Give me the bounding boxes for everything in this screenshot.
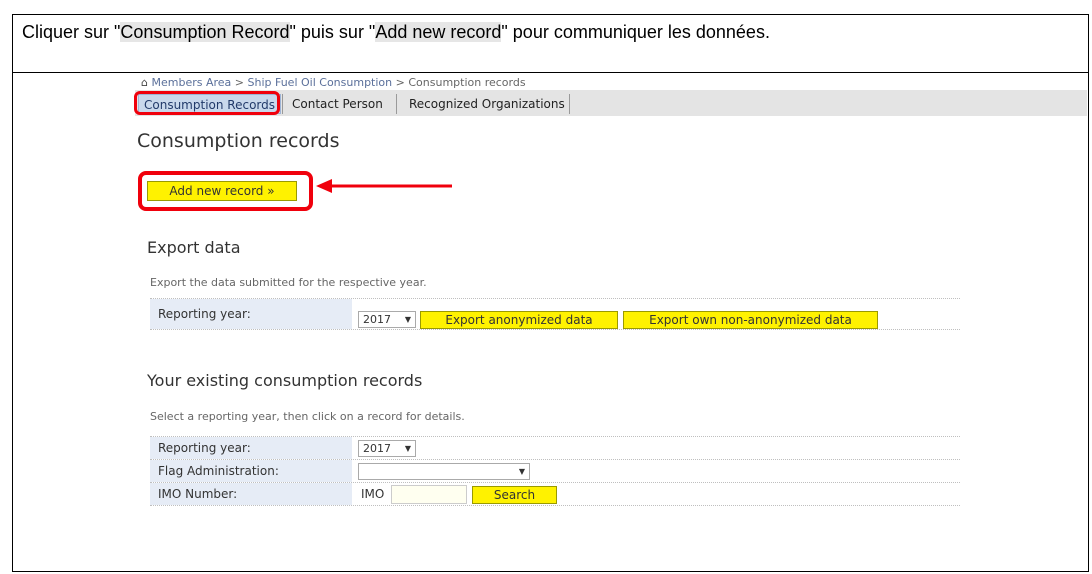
export-anonymized-button[interactable]: Export anonymized data [420,311,618,329]
imo-label: IMO Number: [150,483,352,505]
breadcrumb-separator: > [234,76,244,89]
breadcrumb-separator: > [395,76,405,89]
records-section-title: Your existing consumption records [147,371,423,390]
flag-admin-label: Flag Administration: [150,460,352,482]
export-year-label: Reporting year: [150,299,352,329]
imo-row: IMO Number: IMO Search [150,483,960,506]
export-description: Export the data submitted for the respec… [150,276,427,289]
flag-admin-row: Flag Administration: ▼ [150,460,960,483]
imo-input[interactable] [391,485,467,504]
add-button-highlight-box [138,171,313,211]
red-arrow-icon [316,179,452,193]
frame-divider [12,72,1089,73]
export-form: Reporting year: 2017 ▼ Export anonymized… [150,298,960,330]
tab-separator [569,94,570,114]
home-icon: ⌂ [141,76,148,89]
records-year-select[interactable]: 2017 ▼ [358,440,416,457]
tab-separator [396,94,397,114]
breadcrumb-current: Consumption records [408,76,526,89]
chevron-down-icon: ▼ [404,315,411,324]
export-year-value: 2017 [363,313,391,326]
page-title: Consumption records [137,130,340,152]
breadcrumb: ⌂ Members Area > Ship Fuel Oil Consumpti… [141,76,526,89]
chevron-down-icon: ▼ [404,444,411,453]
search-button[interactable]: Search [472,486,557,504]
tab-separator [282,94,283,114]
records-description: Select a reporting year, then click on a… [150,410,465,423]
instruction-text: Cliquer sur "Consumption Record" puis su… [22,22,770,42]
export-own-button[interactable]: Export own non-anonymized data [623,311,878,329]
export-year-row: Reporting year: 2017 ▼ Export anonymized… [150,299,960,330]
tab-recognized-organizations[interactable]: Recognized Organizations [409,94,565,114]
records-year-value: 2017 [363,442,391,455]
records-form: Reporting year: 2017 ▼ Flag Administrati… [150,436,960,506]
export-section-title: Export data [147,238,241,257]
tab-highlight-box [134,91,280,115]
breadcrumb-ship-fuel[interactable]: Ship Fuel Oil Consumption [248,76,393,89]
chevron-down-icon: ▼ [518,467,525,476]
breadcrumb-members-area[interactable]: Members Area [151,76,231,89]
flag-admin-select[interactable]: ▼ [358,463,530,480]
highlight-consumption-record: Consumption Record [120,22,290,42]
export-year-select[interactable]: 2017 ▼ [358,311,416,328]
tab-contact-person[interactable]: Contact Person [292,94,383,114]
records-year-row: Reporting year: 2017 ▼ [150,437,960,460]
highlight-add-new-record: Add new record [375,22,502,42]
imo-prefix: IMO [361,487,385,501]
records-year-label: Reporting year: [150,437,352,459]
